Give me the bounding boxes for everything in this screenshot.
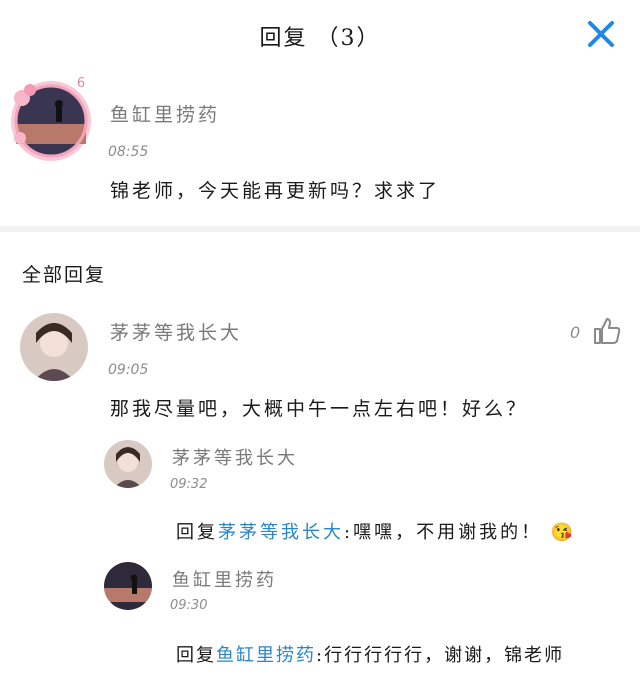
section-title: 全部回复 xyxy=(22,264,107,286)
avatar[interactable] xyxy=(104,440,152,488)
sub-reply-author[interactable]: 鱼缸里捞药 xyxy=(172,566,277,592)
close-button[interactable] xyxy=(585,18,617,50)
mention-link[interactable]: 鱼缸里捞药 xyxy=(216,645,316,666)
sub-reply-time: 09:30 xyxy=(170,598,208,613)
like-button[interactable] xyxy=(592,316,622,346)
reply-time: 09:05 xyxy=(108,362,149,378)
thumbs-up-icon xyxy=(594,318,621,344)
reply-text: 那我尽量吧，大概中午一点左右吧！好么？ xyxy=(110,398,529,420)
reply-prefix: 回复 xyxy=(176,645,216,666)
comment-text: 锦老师，今天能再更新吗？求求了 xyxy=(110,180,441,202)
reply-prefix: 回复 xyxy=(176,522,218,543)
like-count: 0 xyxy=(570,323,581,342)
avatar[interactable] xyxy=(104,562,152,610)
sub-reply-text: 回复鱼缸里捞药:行行行行行，谢谢，锦老师 xyxy=(176,641,564,667)
original-comment: 6 鱼缸里捞药 08:55 锦老师，今天能再更新吗？求求了 xyxy=(0,70,640,220)
section-divider xyxy=(0,226,640,232)
mention-link[interactable]: 茅茅等我长大 xyxy=(218,522,344,543)
reply-author[interactable]: 茅茅等我长大 xyxy=(110,318,242,345)
comment-author[interactable]: 鱼缸里捞药 xyxy=(110,100,220,127)
close-icon xyxy=(588,21,614,47)
level-badge-icon: 6 xyxy=(76,76,86,91)
sub-reply-author[interactable]: 茅茅等我长大 xyxy=(172,444,298,470)
comment-time: 08:55 xyxy=(108,144,149,160)
sub-reply-body: :嘿嘿，不用谢我的！ xyxy=(344,522,543,543)
sub-reply-body: :行行行行行，谢谢，锦老师 xyxy=(316,645,565,666)
kiss-emoji-icon: 😘 xyxy=(550,522,577,543)
page-title: 回复 （3） xyxy=(259,26,381,51)
avatar-frame[interactable]: 6 xyxy=(8,76,94,162)
sub-reply-text: 回复茅茅等我长大:嘿嘿，不用谢我的！ 😘 xyxy=(176,518,576,544)
sub-reply-time: 09:32 xyxy=(170,477,208,492)
avatar[interactable] xyxy=(20,313,88,381)
